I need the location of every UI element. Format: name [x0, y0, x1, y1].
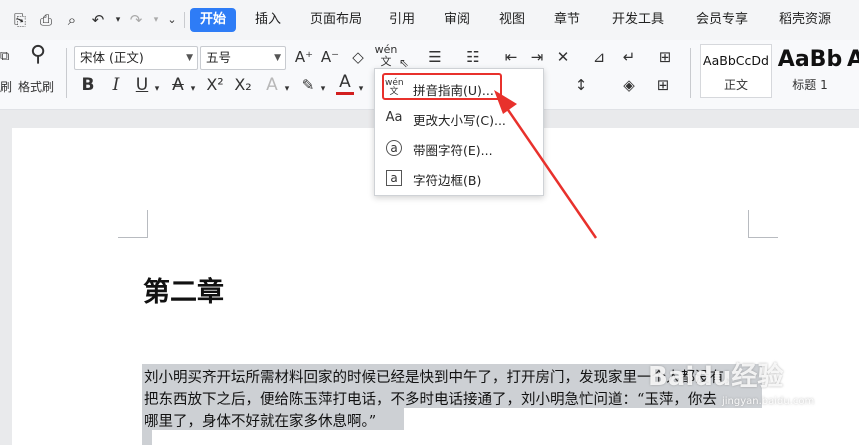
wps-writer-window: ⎘ ⎙ ⌕ ↶ ▾ ↷ ▾ ⌄ 开始 插入 页面布局 引用 审阅 视图 章节 开…: [0, 0, 859, 445]
arrow-shaft: [502, 103, 598, 239]
annotation-arrow: [494, 90, 598, 239]
arrow-head: [494, 90, 517, 114]
